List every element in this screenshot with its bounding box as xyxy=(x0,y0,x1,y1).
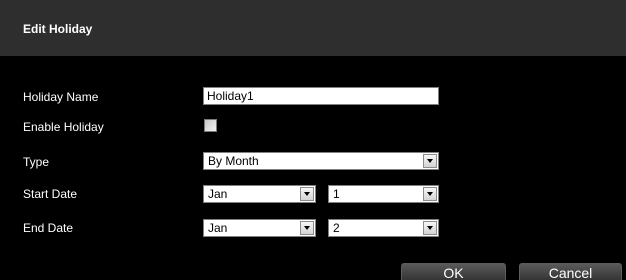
dialog-title: Edit Holiday xyxy=(23,22,93,36)
end-date-label: End Date xyxy=(23,221,74,235)
start-date-label: Start Date xyxy=(23,187,78,201)
chevron-down-icon xyxy=(427,192,433,196)
start-day-value: 1 xyxy=(333,187,340,201)
holiday-name-input[interactable] xyxy=(203,87,439,105)
end-month-select[interactable]: Jan xyxy=(203,219,316,237)
type-select-value: By Month xyxy=(208,154,259,168)
end-day-dropdown-button[interactable] xyxy=(423,221,437,235)
chevron-down-icon xyxy=(427,226,433,230)
enable-holiday-label: Enable Holiday xyxy=(23,120,104,134)
start-month-select[interactable]: Jan xyxy=(203,185,316,203)
type-select[interactable]: By Month xyxy=(203,152,439,170)
chevron-down-icon xyxy=(304,192,310,196)
type-dropdown-button[interactable] xyxy=(423,154,437,168)
end-day-value: 2 xyxy=(333,221,340,235)
end-month-dropdown-button[interactable] xyxy=(300,221,314,235)
chevron-down-icon xyxy=(304,226,310,230)
start-day-select[interactable]: 1 xyxy=(328,185,439,203)
chevron-down-icon xyxy=(427,159,433,163)
cancel-button[interactable]: Cancel xyxy=(519,263,622,280)
start-month-value: Jan xyxy=(208,187,228,201)
holiday-name-label: Holiday Name xyxy=(23,90,99,104)
dialog-title-bar: Edit Holiday xyxy=(0,0,626,56)
end-month-value: Jan xyxy=(208,221,228,235)
start-month-dropdown-button[interactable] xyxy=(300,187,314,201)
start-day-dropdown-button[interactable] xyxy=(423,187,437,201)
edit-holiday-dialog: Edit Holiday Holiday Name Enable Holiday… xyxy=(0,0,626,280)
type-label: Type xyxy=(23,155,50,169)
end-day-select[interactable]: 2 xyxy=(328,219,439,237)
enable-holiday-checkbox[interactable] xyxy=(204,119,217,132)
ok-button[interactable]: OK xyxy=(401,263,506,280)
